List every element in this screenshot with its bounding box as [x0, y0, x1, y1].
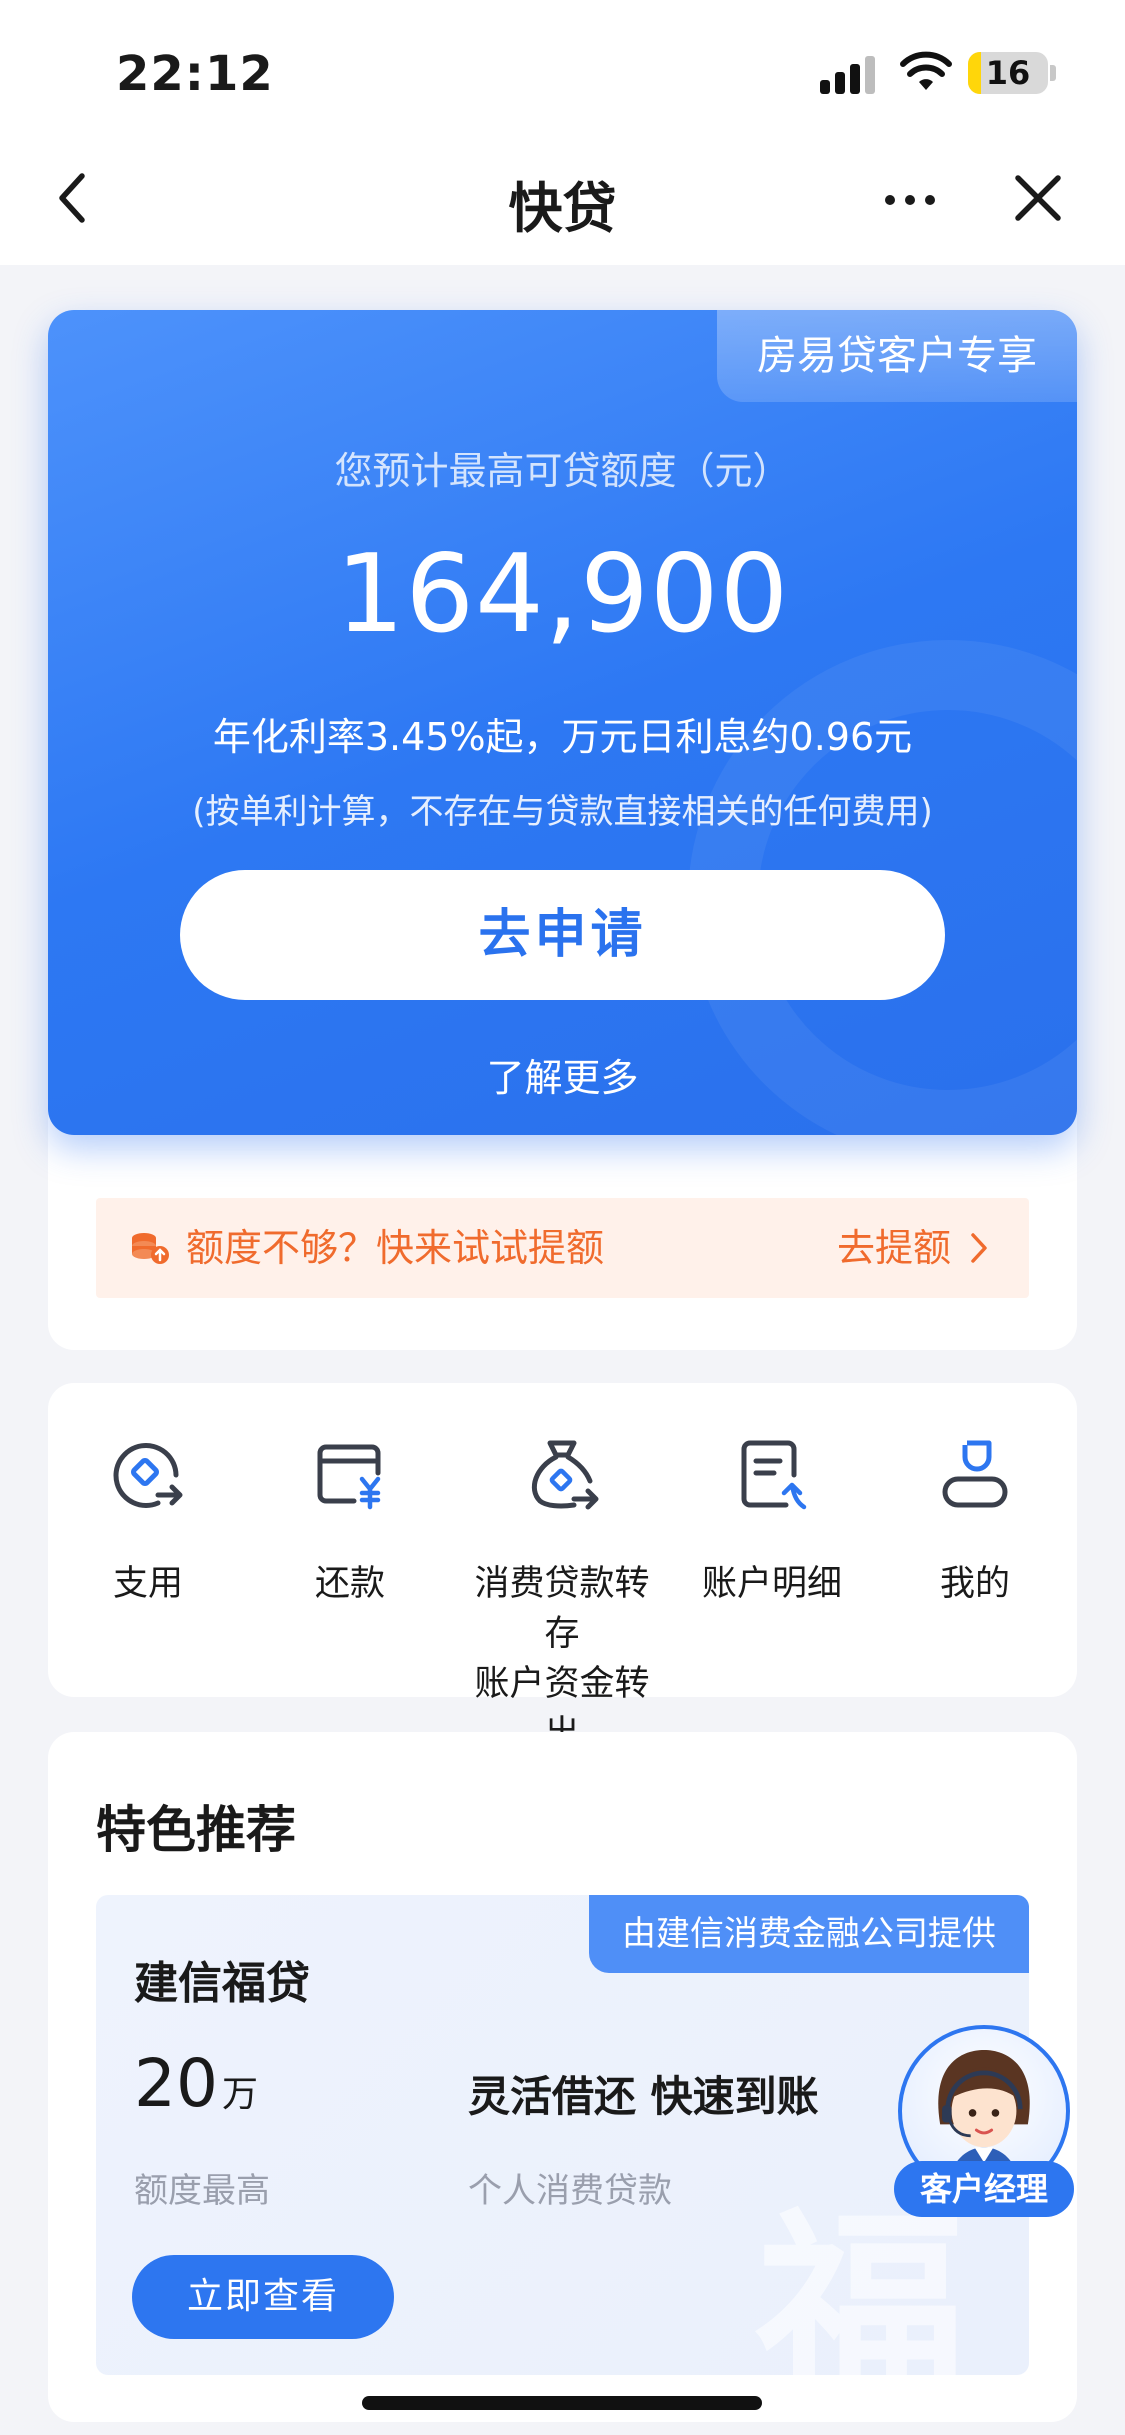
wifi-icon [900, 51, 952, 90]
close-icon[interactable] [1010, 170, 1066, 226]
account-detail-icon [741, 1440, 807, 1510]
product-card[interactable]: 福 由建信消费金融公司提供 建信福贷 20 万 额度最高 灵活借还 快速到账 个人… [96, 1895, 1029, 2375]
customer-manager-button[interactable]: 客户经理 [894, 2025, 1074, 2221]
chevron-right-icon [971, 1233, 987, 1263]
section-title: 特色推荐 [96, 1801, 296, 1859]
service-withdraw[interactable]: 支用 [48, 1433, 248, 1609]
service-mine[interactable]: 我的 [875, 1433, 1075, 1609]
interest-note: (按单利计算，不存在与贷款直接相关的任何费用) [192, 792, 933, 832]
repay-icon [317, 1444, 381, 1510]
service-label: 账户明细 [701, 1564, 842, 1604]
provider-tag: 由建信消费金融公司提供 [589, 1895, 1029, 1973]
customer-manager-label: 客户经理 [894, 2161, 1074, 2217]
service-transfer[interactable]: 消费贷款转存账户资金转出 [462, 1433, 662, 1759]
product-amount-unit: 万 [221, 2074, 258, 2115]
service-label: 我的 [939, 1564, 1010, 1604]
battery-percentage: 16 [985, 54, 1031, 92]
home-indicator [362, 2396, 762, 2410]
product-amount: 20 万 [134, 2045, 258, 2122]
top-bar: 22:12 16 快贷 [0, 0, 1125, 265]
increase-limit-link-label: 去提额 [836, 1226, 951, 1270]
learn-more-link[interactable]: 了解更多 [48, 1047, 1077, 1102]
view-now-button[interactable]: 立即查看 [132, 2255, 394, 2339]
service-label: 支用 [112, 1564, 183, 1604]
quota-label: 您预计最高可贷额度（元） [334, 449, 791, 493]
coin-stack-icon [132, 1233, 169, 1264]
battery-icon: 16 [968, 52, 1048, 94]
product-name: 建信福贷 [134, 1958, 310, 2009]
cellular-signal-icon [820, 54, 878, 94]
service-label: 还款 [314, 1564, 385, 1604]
battery-cap [1050, 65, 1056, 81]
loan-hero-card: 房易贷客户专享 您预计最高可贷额度（元） 164,900 年化利率3.45%起，… [48, 310, 1077, 1135]
service-repay[interactable]: 还款 [250, 1433, 450, 1609]
more-horizontal-icon[interactable] [880, 170, 940, 230]
product-amount-label: 额度最高 [134, 2171, 270, 2211]
quota-amount: 164,900 [335, 532, 790, 657]
apply-button[interactable]: 去申请 [180, 870, 945, 1000]
exclusive-badge: 房易贷客户专享 [717, 310, 1077, 402]
service-grid: 支用 还款 消费贷款转存账户资金转出 账户明细 我 [48, 1383, 1077, 1754]
withdraw-icon [113, 1443, 183, 1508]
svg-text:福: 福 [754, 2195, 966, 2375]
transfer-bag-icon [532, 1440, 599, 1510]
interest-rate-text: 年化利率3.45%起，万元日利息约0.96元 [212, 715, 913, 759]
product-feature: 灵活借还 快速到账 [468, 2072, 819, 2121]
increase-limit-text: 额度不够？快来试试提额 [186, 1226, 605, 1270]
page-title: 快贷 [508, 177, 617, 240]
service-label: 消费贷款转存账户资金转出 [474, 1564, 650, 1754]
product-watermark: 福 [754, 2195, 966, 2375]
increase-limit-banner[interactable]: 额度不够？快来试试提额 去提额 [96, 1198, 1029, 1298]
product-amount-value: 20 [134, 2045, 218, 2122]
increase-limit-link[interactable]: 去提额 [799, 1198, 1029, 1298]
product-type: 个人消费贷款 [468, 2171, 672, 2211]
user-icon [942, 1440, 1008, 1508]
status-time: 22:12 [116, 46, 274, 102]
service-account-detail[interactable]: 账户明细 [672, 1433, 872, 1609]
